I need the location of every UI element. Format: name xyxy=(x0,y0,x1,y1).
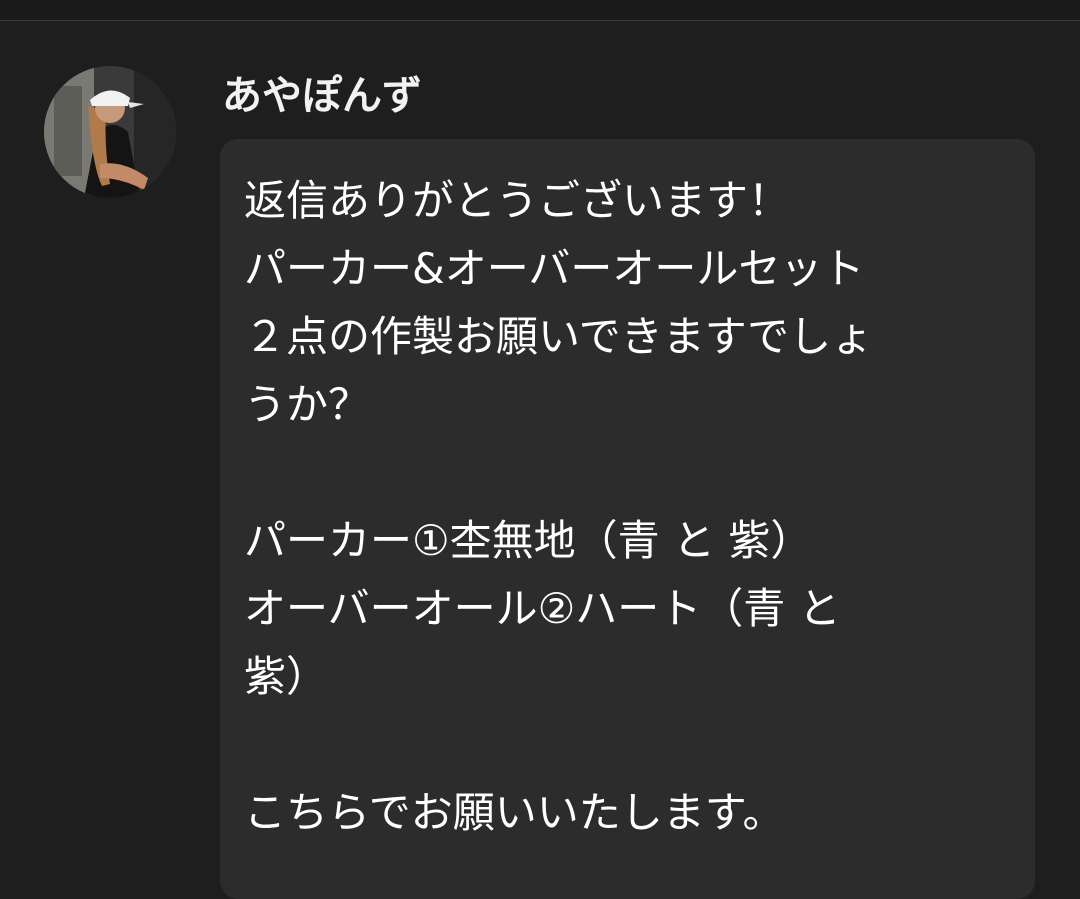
message-line: 紫） xyxy=(244,652,329,701)
message-line: うか？ xyxy=(244,380,371,429)
message-line: パーカー①杢無地（青 と 紫） xyxy=(244,516,813,565)
top-bar xyxy=(0,0,1080,21)
message-line: 返信ありがとうございます！ xyxy=(244,176,791,225)
message-line: パーカー&オーバーオールセット xyxy=(244,244,865,293)
message-line: ２点の作製お願いできますでしょ xyxy=(244,312,874,361)
sender-avatar[interactable] xyxy=(44,66,176,198)
message-line: オーバーオール②ハート（青 と xyxy=(244,584,841,633)
avatar-photo-icon xyxy=(44,66,176,198)
message-line: こちらでお願いいたします。 xyxy=(244,788,785,837)
sender-name: あやぽんず xyxy=(222,73,422,119)
